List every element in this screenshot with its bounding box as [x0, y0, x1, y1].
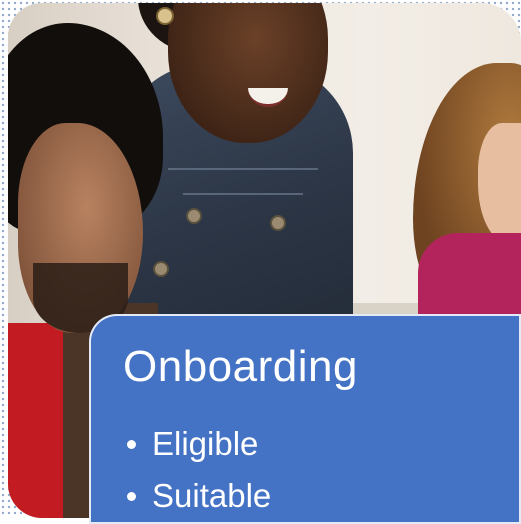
- slide-title: Onboarding: [123, 342, 358, 391]
- jacket-seam: [168, 168, 318, 170]
- bullet-text: Suitable: [152, 477, 272, 514]
- title-panel: Onboarding Eligible Suitable: [89, 314, 521, 524]
- earring: [156, 7, 174, 25]
- bullet-item: Suitable: [127, 470, 271, 522]
- bullet-icon: [127, 491, 136, 501]
- jacket-button: [186, 208, 202, 224]
- jacket-seam: [183, 193, 303, 195]
- bullet-list: Eligible Suitable: [127, 418, 271, 522]
- jacket-button: [153, 261, 169, 277]
- bullet-item: Eligible: [127, 418, 271, 470]
- jacket-button: [270, 215, 286, 231]
- bullet-text: Eligible: [152, 425, 259, 462]
- bullet-icon: [127, 439, 136, 449]
